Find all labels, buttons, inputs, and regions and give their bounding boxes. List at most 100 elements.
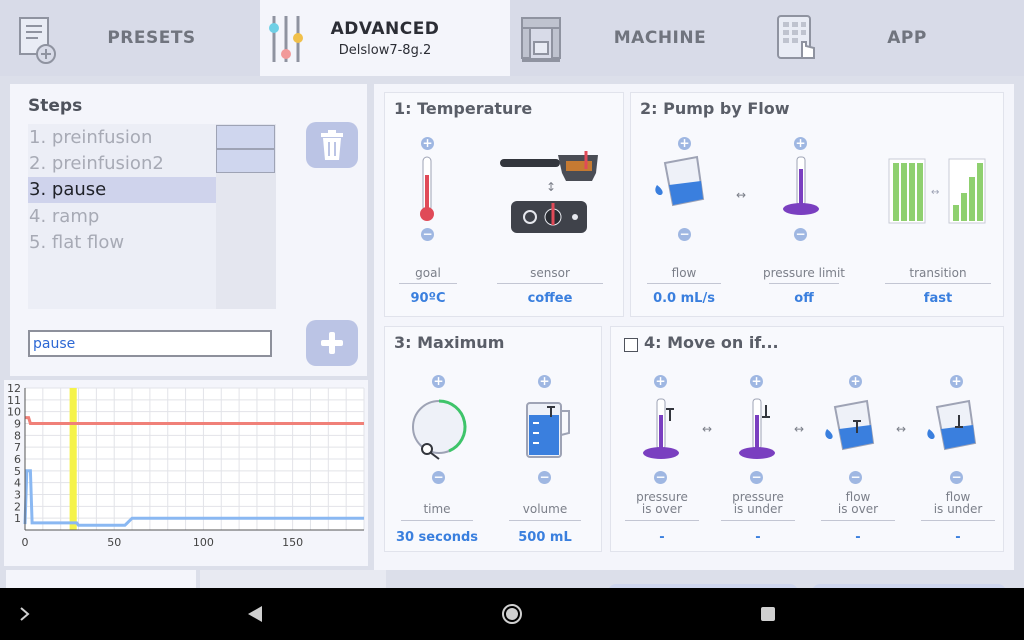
- flow-over-increase-button[interactable]: +: [849, 375, 862, 388]
- chart-y-tick-label: 6: [14, 453, 21, 466]
- tablet-touch-icon: [777, 15, 815, 59]
- tab-presets[interactable]: PRESETS: [0, 0, 258, 76]
- step-name-input[interactable]: [28, 330, 272, 357]
- chart-y-tick-label: 1: [14, 512, 21, 525]
- pressure-over-icon: [643, 398, 679, 459]
- recents-icon[interactable]: [760, 606, 776, 622]
- flow-over-icon: [825, 399, 875, 451]
- pressure-under-underline: [721, 520, 795, 521]
- flow-under-label: flow is under: [933, 490, 983, 516]
- chart-x-tick-label: 50: [107, 536, 121, 549]
- temperature-decrease-button[interactable]: −: [421, 228, 434, 241]
- flow-underline: [647, 283, 721, 284]
- flow-over-underline: [821, 520, 895, 521]
- volume-label: volume: [522, 502, 568, 516]
- chart-y-tick-label: 7: [14, 441, 21, 454]
- timer-icon: [412, 399, 467, 460]
- step-item-preinfusion2[interactable]: 2. preinfusion2: [28, 151, 216, 177]
- steps-title: Steps: [28, 96, 83, 116]
- volume-increase-button[interactable]: +: [538, 375, 551, 388]
- leftright-arrow-icon: ↔: [735, 188, 747, 202]
- temperature-increase-button[interactable]: +: [421, 137, 434, 150]
- plus-icon: [321, 332, 343, 354]
- tab-app[interactable]: APP: [760, 0, 1024, 76]
- pressure-over-increase-button[interactable]: +: [654, 375, 667, 388]
- pressure-limit-decrease-button[interactable]: −: [794, 228, 807, 241]
- time-underline: [401, 520, 473, 521]
- tab-machine[interactable]: MACHINE: [512, 0, 758, 76]
- pressure-under-label: pressure is under: [732, 490, 784, 516]
- pressure-limit-value[interactable]: off: [769, 291, 839, 306]
- bottom-tab-left[interactable]: [6, 570, 196, 588]
- trash-icon: [321, 130, 343, 160]
- pressure-over-decrease-button[interactable]: −: [654, 471, 667, 484]
- pressure-over-underline: [625, 520, 699, 521]
- system-nav-bar: [0, 588, 1024, 640]
- tab-advanced-label: ADVANCED: [330, 18, 440, 39]
- bottom-tab-strip: [0, 570, 1024, 592]
- maximum-card: 3: Maximum + − + − time 30 seconds volum…: [384, 326, 602, 552]
- pressure-over-value[interactable]: -: [625, 530, 699, 545]
- pressure-under-decrease-button[interactable]: −: [750, 471, 763, 484]
- tab-app-label: APP: [887, 28, 927, 48]
- transition-value[interactable]: fast: [885, 291, 991, 306]
- move-on-checkbox[interactable]: [624, 338, 638, 352]
- bottom-tab-middle[interactable]: [200, 570, 386, 588]
- move-on-title: 4: Move on if...: [644, 333, 779, 352]
- tab-presets-label: PRESETS: [107, 28, 196, 48]
- tab-advanced[interactable]: ADVANCED Delslow7-8g.2: [260, 0, 510, 76]
- time-decrease-button[interactable]: −: [432, 471, 445, 484]
- scroll-down-button[interactable]: [216, 149, 275, 173]
- scroll-up-button[interactable]: [216, 125, 275, 149]
- transition-label: transition: [909, 266, 967, 280]
- time-value[interactable]: 30 seconds: [391, 530, 483, 545]
- pitcher-pour-icon: [655, 155, 705, 207]
- volume-underline: [509, 520, 581, 521]
- time-increase-button[interactable]: +: [432, 375, 445, 388]
- sensor-label: sensor: [530, 266, 570, 280]
- chart-x-tick-label: 0: [22, 536, 29, 549]
- measuring-cup-icon: [526, 402, 570, 458]
- flow-value[interactable]: 0.0 mL/s: [647, 291, 721, 306]
- pressure-under-value[interactable]: -: [721, 530, 795, 545]
- flow-under-underline: [921, 520, 995, 521]
- step-item-pause[interactable]: 3. pause: [28, 177, 216, 203]
- flow-over-value[interactable]: -: [821, 530, 895, 545]
- flow-increase-button[interactable]: +: [678, 137, 691, 150]
- delete-step-button[interactable]: [306, 122, 358, 168]
- step-item-flat-flow[interactable]: 5. flat flow: [28, 230, 216, 256]
- chart-y-tick-label: 8: [14, 429, 21, 442]
- transition-bars-icon: ↔: [888, 158, 986, 224]
- pressure-limit-label: pressure limit: [762, 266, 846, 280]
- pump-title: 2: Pump by Flow: [640, 99, 790, 118]
- volume-value[interactable]: 500 mL: [509, 530, 581, 545]
- flow-decrease-button[interactable]: −: [678, 228, 691, 241]
- pressure-gauge-icon: [783, 156, 819, 215]
- sliders-icon: [269, 16, 303, 62]
- tab-machine-label: MACHINE: [613, 28, 707, 48]
- leftright-arrow-icon: ↔: [793, 422, 805, 436]
- volume-decrease-button[interactable]: −: [538, 471, 551, 484]
- flow-under-value[interactable]: -: [921, 530, 995, 545]
- move-on-card: 4: Move on if... + − ↔ + − ↔ + − ↔ + − p…: [610, 326, 1004, 552]
- step-item-ramp[interactable]: 4. ramp: [28, 204, 216, 230]
- pressure-limit-increase-button[interactable]: +: [794, 137, 807, 150]
- pressure-under-icon: [739, 398, 775, 459]
- step-item-preinfusion[interactable]: 1. preinfusion: [28, 125, 216, 151]
- back-icon[interactable]: [246, 604, 264, 624]
- chevron-right-icon[interactable]: [18, 606, 32, 622]
- pressure-over-label: pressure is over: [636, 490, 688, 516]
- flow-under-increase-button[interactable]: +: [950, 375, 963, 388]
- temperature-title: 1: Temperature: [394, 99, 533, 118]
- home-icon[interactable]: [500, 602, 524, 626]
- pressure-under-increase-button[interactable]: +: [750, 375, 763, 388]
- goal-value[interactable]: 90ºC: [399, 291, 457, 306]
- flow-under-icon: [927, 399, 977, 451]
- flow-under-decrease-button[interactable]: −: [950, 471, 963, 484]
- sensor-value[interactable]: coffee: [497, 291, 603, 306]
- flow-over-label: flow is over: [837, 490, 879, 516]
- chart-y-tick-label: 4: [14, 477, 21, 490]
- profile-chart: 1234567891011120 50 100 150: [7, 382, 365, 549]
- flow-over-decrease-button[interactable]: −: [849, 471, 862, 484]
- add-step-button[interactable]: [306, 320, 358, 366]
